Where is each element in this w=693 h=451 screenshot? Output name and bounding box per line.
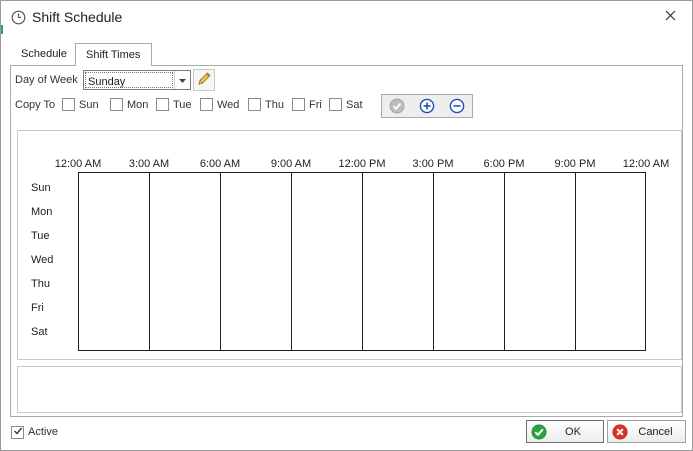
copy-mon-label: Mon [127,99,149,111]
day-of-week-value: Sunday [85,72,173,88]
time-label: 12:00 PM [338,158,386,170]
day-of-week-select[interactable]: Sunday [83,70,191,90]
copy-wed-label: Wed [217,99,240,111]
day-label-thu: Thu [31,278,50,290]
copy-to-label: Copy To [15,99,56,111]
grid-divider [362,173,363,350]
time-label: 6:00 PM [483,158,525,170]
ok-label: OK [565,425,581,438]
time-label: 12:00 AM [622,158,670,170]
tab-schedule[interactable]: Schedule [11,43,74,65]
pencil-icon [196,71,212,90]
dialog-content: Schedule Shift Times Day of Week Sunday [1,34,692,450]
time-label: 6:00 AM [199,158,241,170]
day-label-sun: Sun [31,182,51,194]
cancel-label: Cancel [638,425,673,438]
time-label: 9:00 PM [554,158,596,170]
shift-schedule-dialog: Shift Schedule Schedule Shift Times Day … [0,0,693,451]
day-label-tue: Tue [31,230,50,242]
schedule-grid[interactable] [78,172,646,351]
copy-thu-label: Thu [265,99,284,111]
time-label: 3:00 AM [128,158,170,170]
active-label: Active [28,426,58,438]
grid-divider [504,173,505,350]
remove-icon [449,98,465,117]
apply-button[interactable] [388,98,406,116]
remove-button[interactable] [448,98,466,116]
grid-divider [575,173,576,350]
checkmark-icon [13,426,23,439]
close-button[interactable] [659,6,681,28]
copy-sat-label: Sat [346,99,363,111]
copy-mon-checkbox[interactable] [110,98,123,111]
grid-divider [291,173,292,350]
grid-divider [220,173,221,350]
copy-sun-checkbox[interactable] [62,98,75,111]
tab-shift-times[interactable]: Shift Times [75,43,152,66]
copy-tue-checkbox[interactable] [156,98,169,111]
time-label: 9:00 AM [270,158,312,170]
grid-divider [433,173,434,350]
dropdown-button[interactable] [174,71,190,89]
shift-times-panel: Day of Week Sunday Copy To Sun Mon Tue W… [10,65,683,417]
grid-divider [149,173,150,350]
day-of-week-label: Day of Week [15,74,78,86]
day-label-sat: Sat [31,326,48,338]
day-label-fri: Fri [31,302,44,314]
time-label: 12:00 AM [54,158,102,170]
day-label-mon: Mon [31,206,53,218]
edit-button[interactable] [193,69,215,91]
close-icon [665,10,676,24]
copy-wed-checkbox[interactable] [200,98,213,111]
copy-thu-checkbox[interactable] [248,98,261,111]
copy-sun-label: Sun [79,99,99,111]
copy-sat-checkbox[interactable] [329,98,342,111]
chevron-down-icon [179,74,186,86]
cancel-button[interactable]: Cancel [607,420,686,443]
shift-actions-toolbar [381,94,473,118]
shift-details-box [17,366,682,413]
add-icon [419,98,435,117]
window-title: Shift Schedule [32,9,123,25]
copy-fri-label: Fri [309,99,322,111]
copy-tue-label: Tue [173,99,192,111]
time-label: 3:00 PM [412,158,454,170]
copy-fri-checkbox[interactable] [292,98,305,111]
weekly-schedule-view: 12:00 AM 3:00 AM 6:00 AM 9:00 AM 12:00 P… [17,130,682,360]
day-label-wed: Wed [31,254,54,266]
clock-icon [11,10,26,25]
ok-button[interactable]: OK [526,420,604,443]
add-button[interactable] [418,98,436,116]
active-checkbox[interactable] [11,426,24,439]
title-bar: Shift Schedule [1,1,692,34]
apply-check-icon [389,98,405,117]
